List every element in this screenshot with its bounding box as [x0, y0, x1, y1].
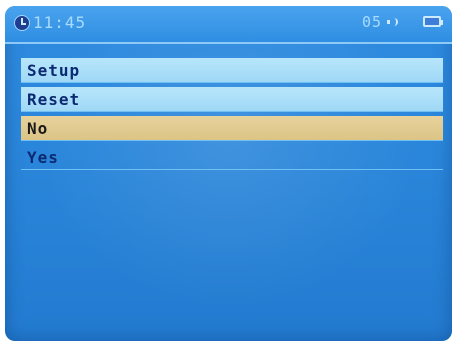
speaker-icon: [387, 17, 398, 27]
clock-time: 11:45: [33, 13, 87, 32]
status-bar: 11:45 05: [5, 6, 452, 44]
menu-item-reset[interactable]: Reset: [21, 87, 443, 112]
device-screen: 11:45 05 Setup Reset No Yes: [5, 6, 452, 341]
menu-list: Setup Reset No Yes: [21, 58, 443, 174]
menu-item-setup[interactable]: Setup: [21, 58, 443, 83]
battery-icon: [423, 16, 443, 27]
volume-level: 05: [362, 13, 383, 31]
menu-item-no[interactable]: No: [21, 116, 443, 141]
clock-icon: [14, 15, 30, 31]
menu-item-yes[interactable]: Yes: [21, 145, 443, 170]
